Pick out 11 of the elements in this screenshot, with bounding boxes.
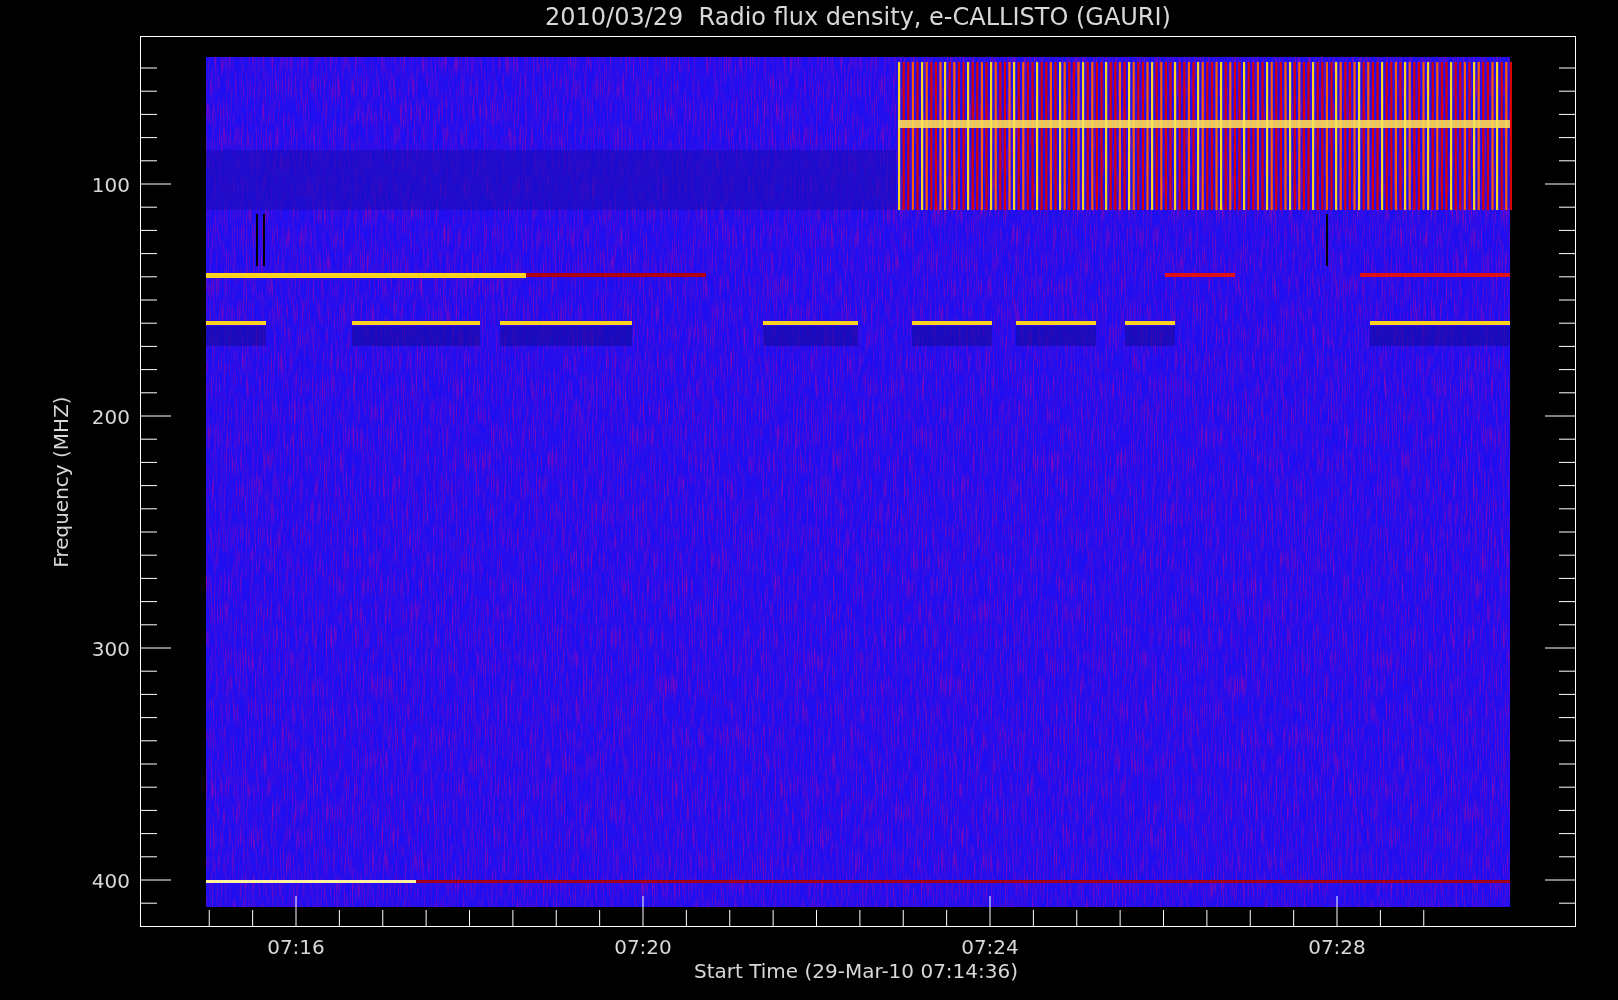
y-tick-label: 100 [91,173,130,197]
x-axis-label: Start Time (29-Mar-10 07:14:36) [693,959,1019,983]
plot-title: 2010/03/29 Radio flux density, e-CALLISTO (GAURI) [545,3,1171,31]
x-tick-label: 07:24 [961,935,1019,959]
y-tick-label: 300 [91,637,130,661]
y-tick-label: 400 [91,869,130,893]
x-tick-label: 07:28 [1308,935,1366,959]
y-axis-label: Frequency (MHZ) [49,396,73,568]
x-tick-label: 07:16 [267,935,325,959]
y-tick-label: 200 [91,405,130,429]
x-tick-label: 07:20 [614,935,672,959]
